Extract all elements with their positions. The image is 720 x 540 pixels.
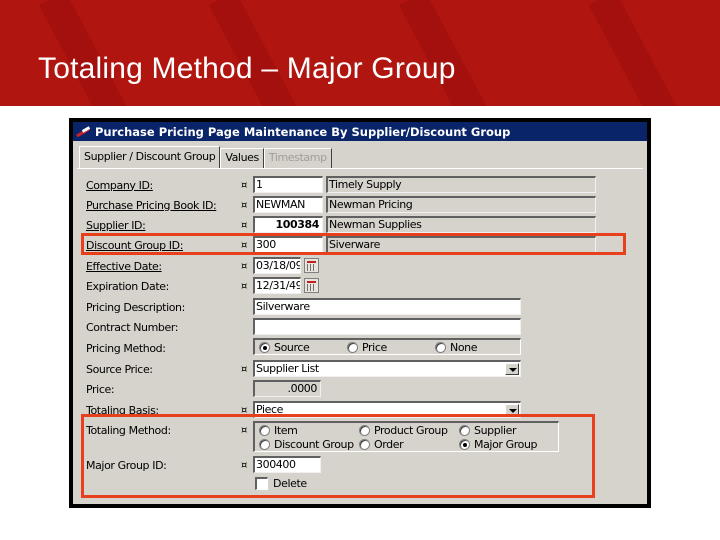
required-marker: ¤ bbox=[241, 179, 248, 191]
pricing-method-label: Pricing Method: bbox=[86, 341, 166, 355]
pricing-book-name-display: Newman Pricing bbox=[326, 196, 596, 213]
chevron-down-icon[interactable] bbox=[505, 363, 519, 375]
contract-number-input[interactable] bbox=[253, 318, 521, 335]
slide-title: Totaling Method – Major Group bbox=[38, 52, 456, 85]
company-name-display: Timely Supply bbox=[326, 176, 596, 193]
price-label: Price: bbox=[86, 382, 115, 396]
company-id-input[interactable]: 1 bbox=[253, 176, 323, 193]
app-logo-icon bbox=[76, 125, 92, 138]
supplier-id-label[interactable]: Supplier ID: bbox=[86, 219, 246, 232]
tab-supplier-discount-group[interactable]: Supplier / Discount Group bbox=[79, 146, 221, 168]
calendar-icon[interactable] bbox=[304, 278, 319, 293]
pricing-description-input[interactable]: Silverware bbox=[253, 298, 521, 315]
supplier-id-input[interactable]: 100384 bbox=[253, 216, 323, 233]
pricing-method-source-radio[interactable]: Source bbox=[259, 341, 310, 354]
pricing-method-price-radio[interactable]: Price bbox=[347, 341, 387, 354]
tab-divider bbox=[77, 168, 643, 169]
pricing-description-label: Pricing Description: bbox=[86, 300, 185, 314]
tab-bar: Supplier / Discount Group Values Timesta… bbox=[79, 146, 332, 168]
banner-decoration bbox=[588, 0, 682, 106]
company-id-label[interactable]: Company ID: bbox=[86, 179, 246, 192]
pricing-method-radio-group: Source Price None bbox=[253, 338, 521, 355]
effective-date-input[interactable]: 03/18/09 bbox=[253, 257, 301, 274]
pricing-book-id-input[interactable]: NEWMAN bbox=[253, 196, 323, 213]
tab-values[interactable]: Values bbox=[220, 148, 264, 168]
required-marker: ¤ bbox=[241, 363, 248, 375]
required-marker: ¤ bbox=[241, 260, 248, 272]
pricing-method-none-radio[interactable]: None bbox=[435, 341, 478, 354]
radio-unselected-icon bbox=[435, 342, 446, 353]
discount-group-highlight bbox=[81, 233, 626, 255]
slide-header-banner: Totaling Method – Major Group bbox=[0, 0, 720, 106]
tab-timestamp: Timestamp bbox=[263, 148, 332, 168]
expiration-date-label: Expiration Date: bbox=[86, 279, 169, 293]
radio-selected-icon bbox=[259, 342, 270, 353]
pricing-book-id-label[interactable]: Purchase Pricing Book ID: bbox=[86, 199, 246, 212]
price-display: .0000 bbox=[253, 380, 321, 397]
source-price-label: Source Price: bbox=[86, 362, 153, 376]
window-titlebar[interactable]: Purchase Pricing Page Maintenance By Sup… bbox=[73, 122, 647, 141]
supplier-name-display: Newman Supplies bbox=[326, 216, 596, 233]
totaling-method-highlight bbox=[81, 414, 595, 498]
required-marker: ¤ bbox=[241, 219, 248, 231]
calendar-icon[interactable] bbox=[304, 258, 319, 273]
effective-date-label[interactable]: Effective Date: bbox=[86, 260, 246, 273]
required-marker: ¤ bbox=[241, 199, 248, 211]
required-marker: ¤ bbox=[241, 280, 248, 292]
window-title: Purchase Pricing Page Maintenance By Sup… bbox=[95, 124, 511, 139]
source-price-select[interactable]: Supplier List bbox=[253, 360, 521, 377]
expiration-date-input[interactable]: 12/31/49 bbox=[253, 277, 301, 294]
contract-number-label: Contract Number: bbox=[86, 320, 179, 334]
radio-unselected-icon bbox=[347, 342, 358, 353]
pricing-maintenance-window: Purchase Pricing Page Maintenance By Sup… bbox=[69, 118, 651, 508]
